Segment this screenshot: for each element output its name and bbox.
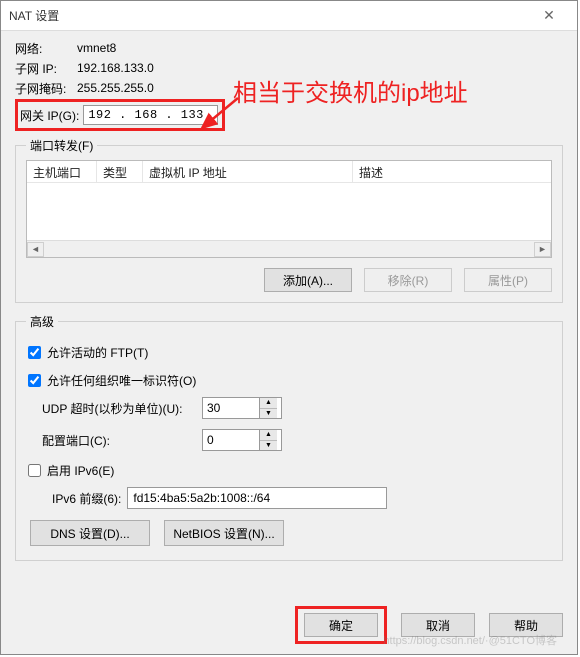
spinner-down-icon[interactable]: ▼ <box>260 409 277 419</box>
col-vm-ip[interactable]: 虚拟机 IP 地址 <box>143 161 353 182</box>
subnet-mask-value: 255.255.255.0 <box>77 81 154 95</box>
nat-settings-dialog: NAT 设置 ✕ 网络: vmnet8 子网 IP: 192.168.133.0… <box>0 0 578 655</box>
cfg-port-input[interactable] <box>203 430 259 450</box>
listview-body <box>27 183 551 241</box>
allow-oui-row: 允许任何组织唯一标识符(O) <box>26 368 552 392</box>
subnet-ip-value: 192.168.133.0 <box>77 61 154 75</box>
allow-ftp-checkbox[interactable] <box>28 346 41 359</box>
network-label: 网络: <box>15 40 77 57</box>
allow-oui-label[interactable]: 允许任何组织唯一标识符(O) <box>26 372 196 389</box>
port-forward-group: 端口转发(F) 主机端口 类型 虚拟机 IP 地址 描述 ◄ ► 添加(A)..… <box>15 137 563 303</box>
gateway-highlight-box: 网关 IP(G): <box>15 99 225 131</box>
dialog-body: 网络: vmnet8 子网 IP: 192.168.133.0 子网掩码: 25… <box>1 31 577 579</box>
spinner-down-icon[interactable]: ▼ <box>260 441 277 451</box>
remove-button: 移除(R) <box>364 268 452 292</box>
cfg-port-label: 配置端口(C): <box>42 432 202 449</box>
dialog-footer: 确定 取消 帮助 <box>295 606 563 644</box>
properties-button: 属性(P) <box>464 268 552 292</box>
cfg-port-row: 配置端口(C): ▲ ▼ <box>26 428 552 452</box>
dns-buttons-row: DNS 设置(D)... NetBIOS 设置(N)... <box>30 520 552 546</box>
subnet-ip-row: 子网 IP: 192.168.133.0 <box>15 59 563 77</box>
enable-ipv6-checkbox[interactable] <box>28 464 41 477</box>
ipv6-prefix-label: IPv6 前缀(6): <box>52 490 121 507</box>
ipv6-prefix-input[interactable] <box>127 487 387 509</box>
col-host-port[interactable]: 主机端口 <box>27 161 97 182</box>
dns-settings-button[interactable]: DNS 设置(D)... <box>30 520 150 546</box>
col-type[interactable]: 类型 <box>97 161 143 182</box>
ipv6-prefix-row: IPv6 前缀(6): <box>52 486 552 510</box>
gateway-label: 网关 IP(G): <box>20 107 79 124</box>
udp-timeout-input[interactable] <box>203 398 259 418</box>
listview-header: 主机端口 类型 虚拟机 IP 地址 描述 <box>27 161 551 183</box>
allow-oui-checkbox[interactable] <box>28 374 41 387</box>
ok-highlight-box: 确定 <box>295 606 387 644</box>
scroll-right-icon[interactable]: ► <box>534 242 551 257</box>
add-button[interactable]: 添加(A)... <box>264 268 352 292</box>
network-value: vmnet8 <box>77 41 116 55</box>
port-forward-legend: 端口转发(F) <box>26 137 97 154</box>
spinner-buttons: ▲ ▼ <box>259 430 277 450</box>
allow-ftp-label[interactable]: 允许活动的 FTP(T) <box>26 344 148 361</box>
dialog-title: NAT 设置 <box>9 7 529 24</box>
help-button[interactable]: 帮助 <box>489 613 563 637</box>
network-row: 网络: vmnet8 <box>15 39 563 57</box>
udp-timeout-label: UDP 超时(以秒为单位)(U): <box>42 400 202 417</box>
port-forward-listview[interactable]: 主机端口 类型 虚拟机 IP 地址 描述 ◄ ► <box>26 160 552 258</box>
cfg-port-spinner[interactable]: ▲ ▼ <box>202 429 282 451</box>
advanced-group: 高级 允许活动的 FTP(T) 允许任何组织唯一标识符(O) UDP 超时(以秒… <box>15 313 563 561</box>
spinner-up-icon[interactable]: ▲ <box>260 398 277 409</box>
col-desc[interactable]: 描述 <box>353 161 551 182</box>
advanced-legend: 高级 <box>26 313 58 330</box>
port-forward-buttons: 添加(A)... 移除(R) 属性(P) <box>26 268 552 292</box>
spinner-up-icon[interactable]: ▲ <box>260 430 277 441</box>
udp-timeout-row: UDP 超时(以秒为单位)(U): ▲ ▼ <box>26 396 552 420</box>
enable-ipv6-row: 启用 IPv6(E) <box>26 458 552 482</box>
subnet-mask-label: 子网掩码: <box>15 80 77 97</box>
listview-scrollbar[interactable]: ◄ ► <box>27 240 551 257</box>
gateway-ip-input[interactable] <box>83 105 218 125</box>
subnet-ip-label: 子网 IP: <box>15 60 77 77</box>
subnet-mask-row: 子网掩码: 255.255.255.0 <box>15 79 563 97</box>
gateway-row: 网关 IP(G): <box>15 103 563 127</box>
netbios-settings-button[interactable]: NetBIOS 设置(N)... <box>164 520 284 546</box>
udp-timeout-spinner[interactable]: ▲ ▼ <box>202 397 282 419</box>
allow-ftp-row: 允许活动的 FTP(T) <box>26 340 552 364</box>
cancel-button[interactable]: 取消 <box>401 613 475 637</box>
enable-ipv6-label[interactable]: 启用 IPv6(E) <box>26 462 114 479</box>
spinner-buttons: ▲ ▼ <box>259 398 277 418</box>
scroll-left-icon[interactable]: ◄ <box>27 242 44 257</box>
titlebar: NAT 设置 ✕ <box>1 1 577 31</box>
ok-button[interactable]: 确定 <box>304 613 378 637</box>
close-icon[interactable]: ✕ <box>529 2 569 30</box>
